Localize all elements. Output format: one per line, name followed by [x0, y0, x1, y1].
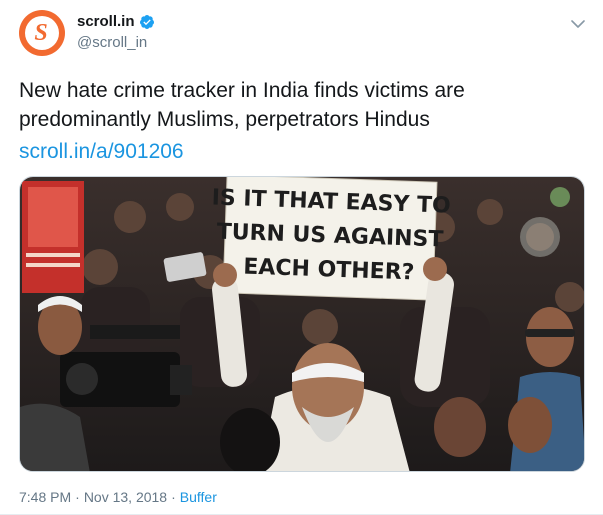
- tweet-meta: 7:48 PM · Nov 13, 2018 · Buffer: [19, 489, 217, 505]
- meta-separator: ·: [171, 489, 176, 505]
- account-handle[interactable]: @scroll_in: [77, 34, 147, 51]
- tweet-photo[interactable]: IS IT THAT EASY TO TURN US AGAINST EACH …: [19, 176, 585, 472]
- protest-photo: IS IT THAT EASY TO TURN US AGAINST EACH …: [20, 177, 584, 471]
- account-name-row: scroll.in: [77, 13, 155, 30]
- tweet-card: S scroll.in @scroll_in New hate crime tr…: [0, 0, 603, 515]
- avatar-ring: S: [25, 16, 59, 50]
- tweet-date[interactable]: Nov 13, 2018: [84, 489, 167, 505]
- tweet-time[interactable]: 7:48 PM: [19, 489, 71, 505]
- display-name[interactable]: scroll.in: [77, 13, 135, 30]
- avatar-logo: S: [34, 19, 48, 46]
- chevron-down-icon[interactable]: [571, 16, 585, 28]
- tweet-source-link[interactable]: Buffer: [180, 489, 217, 505]
- tweet-link[interactable]: scroll.in/a/901206: [19, 137, 184, 166]
- verified-badge-icon: [139, 14, 155, 30]
- avatar[interactable]: S: [19, 10, 65, 56]
- tweet-text: New hate crime tracker in India finds vi…: [19, 79, 465, 131]
- meta-separator: ·: [75, 489, 80, 505]
